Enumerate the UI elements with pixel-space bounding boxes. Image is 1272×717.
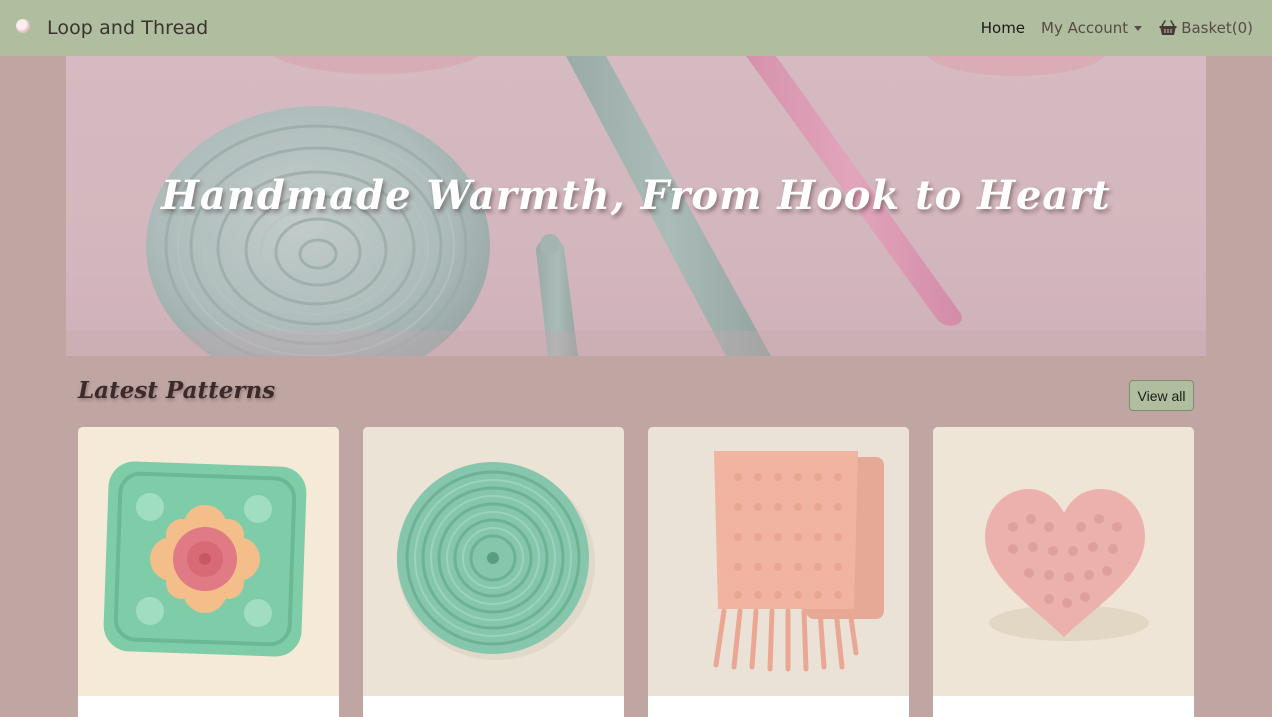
basket-label: Basket(0) (1181, 19, 1253, 37)
pink-scarf-image (648, 427, 909, 696)
pattern-card-round-coaster[interactable] (363, 427, 624, 717)
pink-heart-image (933, 427, 1194, 696)
nav-menu: Home My Account Basket(0) (981, 19, 1253, 37)
view-all-button[interactable]: View all (1129, 380, 1194, 411)
nav-account-dropdown[interactable]: My Account (1041, 19, 1143, 37)
nav-basket-link[interactable]: Basket(0) (1159, 19, 1253, 37)
pattern-card-pink-scarf[interactable] (648, 427, 909, 717)
nav-home-link[interactable]: Home (981, 19, 1025, 37)
logo-icon (16, 19, 30, 33)
chevron-down-icon (1134, 25, 1143, 31)
brand-link[interactable]: Loop and Thread (16, 17, 208, 39)
granny-square-image (78, 427, 339, 696)
pattern-card-granny-square[interactable] (78, 427, 339, 717)
hero-title: Handmade Warmth, From Hook to Heart (161, 172, 1111, 219)
navbar: Loop and Thread Home My Account Basket(0… (0, 0, 1272, 56)
pattern-card-pink-heart[interactable] (933, 427, 1194, 717)
nav-account-label: My Account (1041, 19, 1129, 37)
round-coaster-image (363, 427, 624, 696)
brand-name: Loop and Thread (47, 17, 209, 39)
section-title: Latest Patterns (78, 377, 276, 404)
hero-banner: Handmade Warmth, From Hook to Heart (66, 56, 1206, 356)
basket-icon (1159, 20, 1177, 35)
